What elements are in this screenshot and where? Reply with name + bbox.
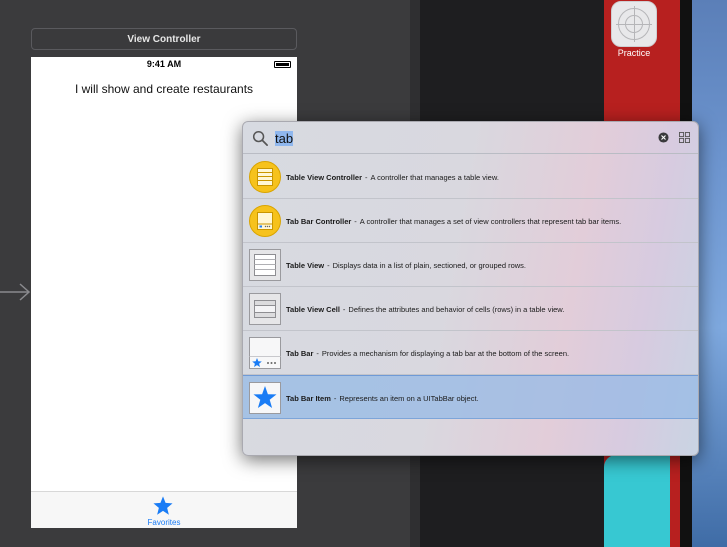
- item-description: A controller that manages a set of view …: [359, 216, 622, 226]
- table-view-cell-icon: [249, 293, 281, 325]
- view-controller-title-bar[interactable]: View Controller: [31, 28, 297, 50]
- status-bar-time: 9:41 AM: [146, 59, 182, 69]
- library-search-input[interactable]: [275, 129, 395, 147]
- star-icon[interactable]: [152, 495, 174, 517]
- table-view-controller-icon: [249, 161, 281, 193]
- item-title: Tab Bar Item: [286, 393, 331, 403]
- tab-item-favorites[interactable]: Favorites: [31, 518, 297, 527]
- item-title: Table View Cell: [286, 304, 340, 314]
- item-description: Displays data in a list of plain, sectio…: [332, 260, 527, 270]
- list-item[interactable]: Tab Bar Controller - A controller that man…: [243, 199, 698, 243]
- search-icon: [252, 130, 268, 146]
- tab-bar-controller-icon: [249, 205, 281, 237]
- list-item[interactable]: Table View - Displays data in a list of pl…: [243, 243, 698, 287]
- battery-icon: [274, 61, 291, 68]
- library-footer: [243, 422, 698, 455]
- practice-app-icon[interactable]: [611, 1, 657, 47]
- list-item[interactable]: Table View Controller - A controller that …: [243, 155, 698, 199]
- clear-search-icon[interactable]: [658, 132, 669, 143]
- item-title: Table View Controller: [286, 172, 362, 182]
- table-view-icon: [249, 249, 281, 281]
- item-description: Provides a mechanism for displaying a ta…: [321, 348, 570, 358]
- object-library-popover: Table View Controller-A controller that …: [242, 121, 699, 456]
- item-title: Tab Bar Controller: [286, 216, 352, 226]
- list-item[interactable]: Table View Cell - Defines the attributes a…: [243, 287, 698, 331]
- item-title: Table View: [286, 260, 325, 270]
- restaurants-label[interactable]: I will show and create restaurants: [31, 82, 297, 96]
- tab-bar[interactable]: Favorites: [31, 491, 297, 528]
- grid-view-icon[interactable]: [679, 132, 690, 143]
- simulator-app-tile: [604, 455, 670, 547]
- list-item[interactable]: Tab Bar - Provides a mechanism for display…: [243, 331, 698, 375]
- item-title: Tab Bar: [286, 348, 314, 358]
- library-search-bar: [243, 122, 698, 154]
- item-description: Defines the attributes and behavior of c…: [348, 304, 565, 314]
- item-description: A controller that manages a table view.: [370, 172, 499, 182]
- tab-bar-icon: [249, 337, 281, 369]
- entry-point-arrow-icon[interactable]: [0, 282, 32, 302]
- tab-bar-item-icon: [249, 382, 281, 414]
- item-description: Represents an item on a UITabBar object.: [339, 393, 479, 403]
- list-item-selected[interactable]: Tab Bar Item - Represents an item on a UIT…: [243, 375, 698, 419]
- app-label: Practice: [617, 48, 651, 58]
